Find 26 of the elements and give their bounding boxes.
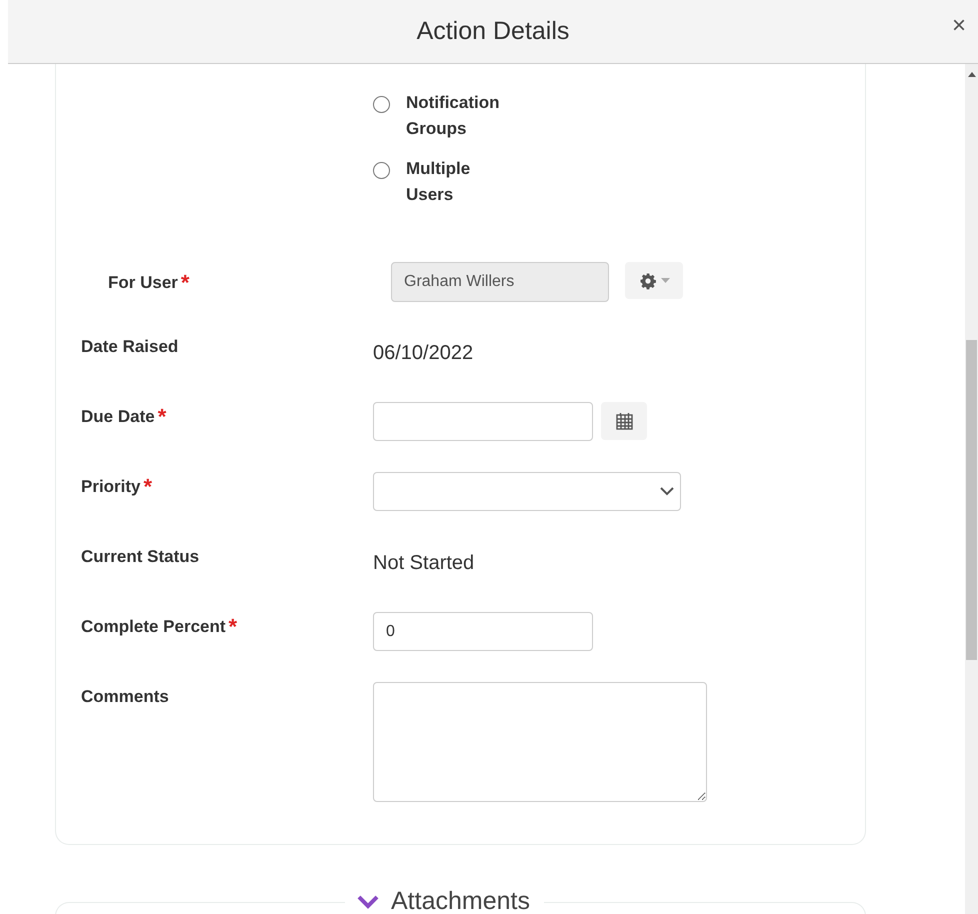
caret-icon: [660, 278, 670, 284]
gear-icon: [638, 272, 656, 290]
radio-button[interactable]: [373, 162, 390, 179]
chevron-down-icon: [660, 487, 674, 496]
percent-field[interactable]: 0: [373, 612, 593, 651]
close-button[interactable]: ×: [948, 14, 970, 38]
option-label[interactable]: Notification Groups: [406, 90, 518, 142]
chevron-down-icon[interactable]: [357, 894, 379, 909]
scrollbar[interactable]: [965, 64, 978, 914]
scrollbar-thumb[interactable]: [966, 340, 977, 660]
scroll-up-icon[interactable]: [968, 72, 976, 77]
settings-button[interactable]: [625, 262, 683, 299]
field-value: 06/10/2022: [373, 341, 474, 364]
radio-button[interactable]: [373, 96, 390, 113]
field-label: Comments: [81, 686, 170, 708]
user-field[interactable]: Graham Willers: [391, 262, 609, 302]
calendar-icon: [616, 412, 632, 430]
field-label: Date Raised: [81, 336, 180, 358]
date-field[interactable]: [373, 402, 593, 441]
section-title[interactable]: Attachments: [391, 883, 530, 914]
field-value: Not Started: [373, 551, 474, 574]
dialog-title: Action Details: [416, 16, 570, 47]
calendar-button[interactable]: [601, 402, 647, 440]
option-label[interactable]: Multiple Users: [406, 156, 518, 208]
field-label: Current Status: [81, 546, 200, 568]
comments-field[interactable]: [373, 682, 707, 802]
